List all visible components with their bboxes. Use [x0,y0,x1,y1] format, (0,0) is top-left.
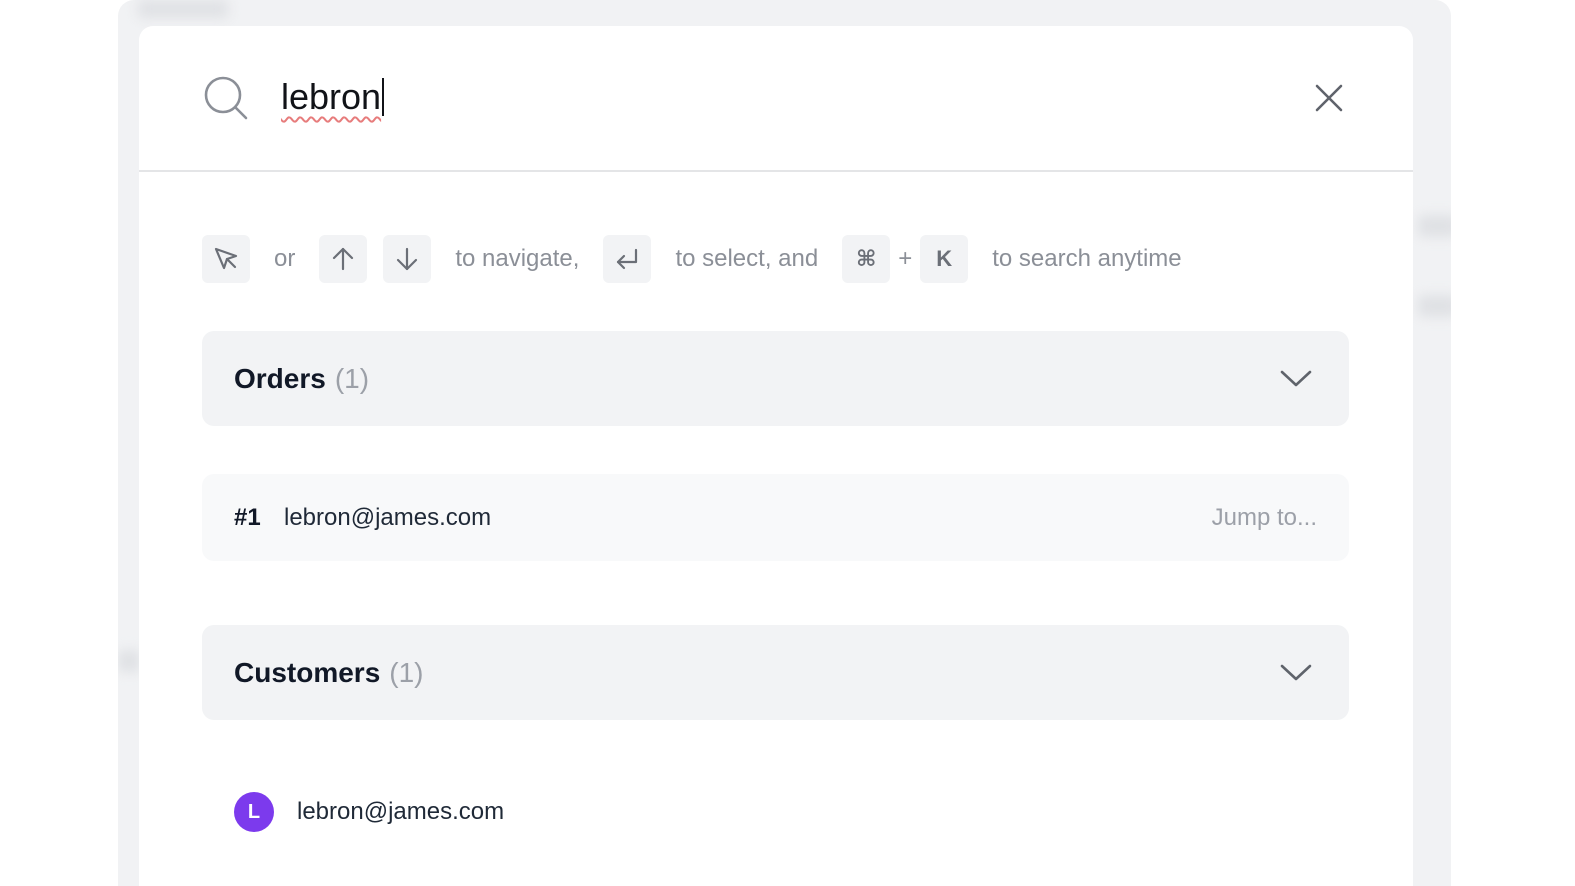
enter-icon [617,248,638,270]
customer-result-row[interactable]: L lebron@james.com [202,772,1349,852]
arrow-down-key [383,235,432,283]
orders-count: (1) [334,362,370,394]
search-query: lebron [281,76,382,117]
customers-title: Customers [234,656,381,688]
backdrop-blur [1418,295,1451,317]
pointer-key [202,235,250,283]
customers-section-header[interactable]: Customers (1) [202,625,1349,720]
backdrop-blur [1418,215,1451,237]
customer-email: lebron@james.com [297,798,505,825]
orders-title: Orders [234,362,326,394]
orders-section-header[interactable]: Orders (1) [202,331,1349,426]
customers-section-title: Customers (1) [234,625,424,720]
backdrop-blur [138,0,228,18]
orders-section-title: Orders (1) [234,331,369,426]
keyboard-hints: or to navigate, to select, and ⌘ + K to … [202,235,1206,283]
hint-select: to select, and [675,245,819,272]
search-bar: lebron [139,26,1413,172]
hint-navigate: to navigate, [455,245,580,272]
search-input[interactable]: lebron [281,68,1181,126]
text-caret [382,78,385,116]
customers-count: (1) [389,656,424,688]
search-icon [204,76,248,120]
jump-to-link[interactable]: Jump to... [1212,474,1317,561]
arrow-down-icon [397,247,418,271]
order-result-row[interactable]: #1 lebron@james.com Jump to... [202,474,1349,561]
close-icon[interactable] [1309,78,1349,118]
hint-search-anytime: to search anytime [992,245,1182,272]
avatar: L [234,792,274,832]
cmd-key: ⌘ [842,235,891,283]
arrow-up-icon [333,247,354,271]
hint-plus: + [898,245,913,272]
search-modal: lebron or to navigate, to select, and ⌘ … [139,26,1413,886]
order-email: lebron@james.com [284,503,492,531]
order-number: #1 [234,503,261,531]
chevron-down-icon[interactable] [1279,363,1313,393]
chevron-down-icon[interactable] [1279,657,1313,687]
arrow-up-key [319,235,368,283]
k-key: K [920,235,969,283]
cursor-arrow-icon [214,247,238,270]
backdrop-blur [118,650,140,672]
enter-key [603,235,652,283]
hint-or: or [274,245,296,272]
